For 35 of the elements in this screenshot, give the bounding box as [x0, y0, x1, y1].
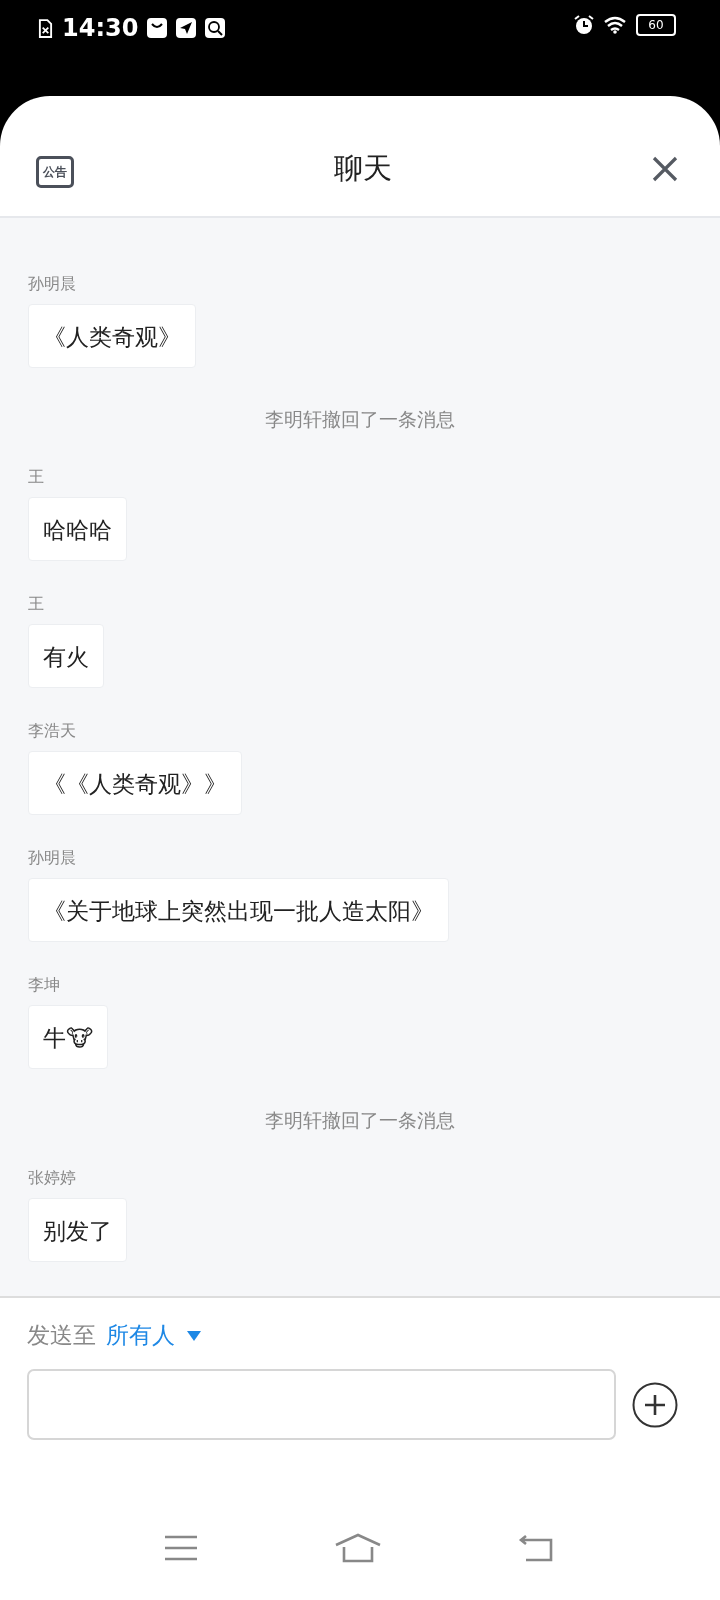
status-time: 14:30 — [62, 14, 139, 42]
add-icon[interactable] — [632, 1381, 678, 1428]
sender-name: 王 — [28, 594, 44, 614]
recall-notice: 李明轩撤回了一条消息 — [265, 1108, 455, 1133]
search-icon — [205, 18, 226, 38]
sender-name: 王 — [28, 467, 44, 487]
alarm-icon — [574, 15, 594, 35]
message-input[interactable] — [27, 1369, 616, 1440]
sender-name: 孙明晨 — [28, 274, 76, 294]
message-bubble: 《关于地球上突然出现一批人造太阳》 — [28, 878, 449, 942]
sender-name: 李浩天 — [28, 721, 76, 741]
sender-name: 孙明晨 — [28, 848, 76, 868]
message-bubble: 哈哈哈 — [28, 497, 127, 561]
back-icon[interactable] — [518, 1534, 554, 1562]
message-bubble: 别发了 — [28, 1198, 127, 1262]
announcement-button[interactable]: 公告 — [36, 156, 74, 188]
window-title: 聊天 — [334, 150, 392, 187]
wifi-icon — [603, 16, 627, 34]
bag-icon — [147, 18, 168, 38]
home-icon[interactable] — [334, 1533, 382, 1563]
file-icon — [38, 18, 53, 38]
sender-name: 张婷婷 — [28, 1168, 76, 1188]
menu-icon[interactable] — [164, 1535, 198, 1561]
close-icon[interactable] — [652, 156, 678, 182]
message-bubble: 有火 — [28, 624, 104, 688]
send-icon — [176, 18, 197, 38]
battery-icon: 60 — [636, 14, 676, 36]
send-to-label: 发送至 — [27, 1321, 96, 1350]
caret-icon[interactable] — [187, 1330, 201, 1341]
sender-name: 李坤 — [28, 975, 60, 995]
message-bubble: 《《人类奇观》》 — [28, 751, 242, 815]
recall-notice: 李明轩撤回了一条消息 — [265, 407, 455, 432]
message-bubble: 《人类奇观》 — [28, 304, 196, 368]
message-bubble: 牛🐮 — [28, 1005, 109, 1069]
recipient-dropdown[interactable]: 所有人 — [106, 1320, 201, 1351]
